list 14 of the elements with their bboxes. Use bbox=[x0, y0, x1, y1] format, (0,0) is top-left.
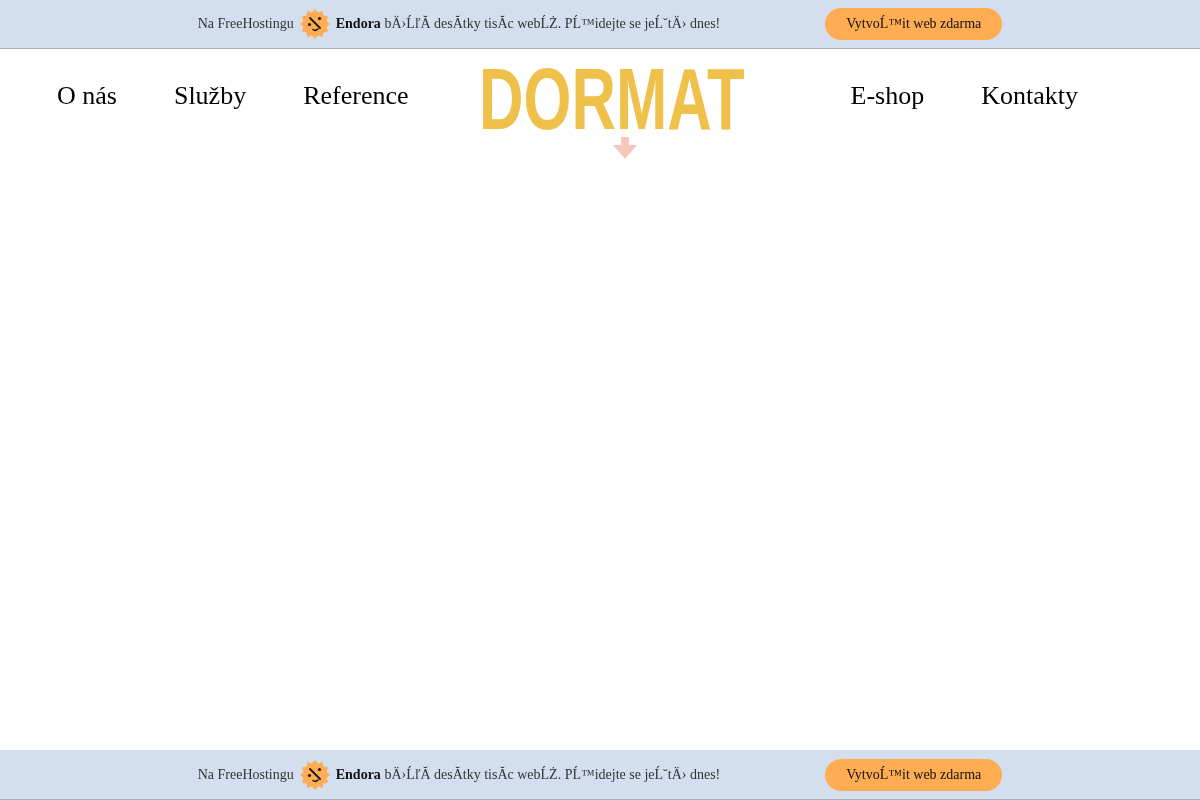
nav-link[interactable]: Kontakty bbox=[981, 81, 1078, 111]
create-website-button[interactable]: VytvoĹ™it web zdarma bbox=[825, 8, 1003, 40]
nav-link[interactable]: O nás bbox=[57, 81, 117, 111]
smiley-badge-icon bbox=[299, 9, 330, 39]
banner-intro: Na FreeHostingu bbox=[197, 766, 294, 783]
banner-message: Endora bÄ›ĹľĂ desĂtky tisĂc webĹŻ. PĹ™idejte se jeĹˇtÄ› dnes! bbox=[335, 16, 721, 32]
banner-intro: Na FreeHostingu bbox=[197, 16, 294, 32]
nav-link[interactable]: E-shop bbox=[850, 81, 925, 111]
create-website-button[interactable]: VytvoĹ™it web zdarma bbox=[825, 758, 1003, 791]
down-arrow-icon bbox=[612, 137, 637, 159]
smiley-badge-icon bbox=[299, 759, 330, 790]
nav-link[interactable]: Služby bbox=[173, 81, 247, 111]
nav-link[interactable]: Reference bbox=[303, 81, 409, 111]
banner-message: Endora bÄ›ĹľĂ desĂtky tisĂc webĹŻ. PĹ™idejte se jeĹˇtÄ› dnes! bbox=[335, 766, 721, 783]
